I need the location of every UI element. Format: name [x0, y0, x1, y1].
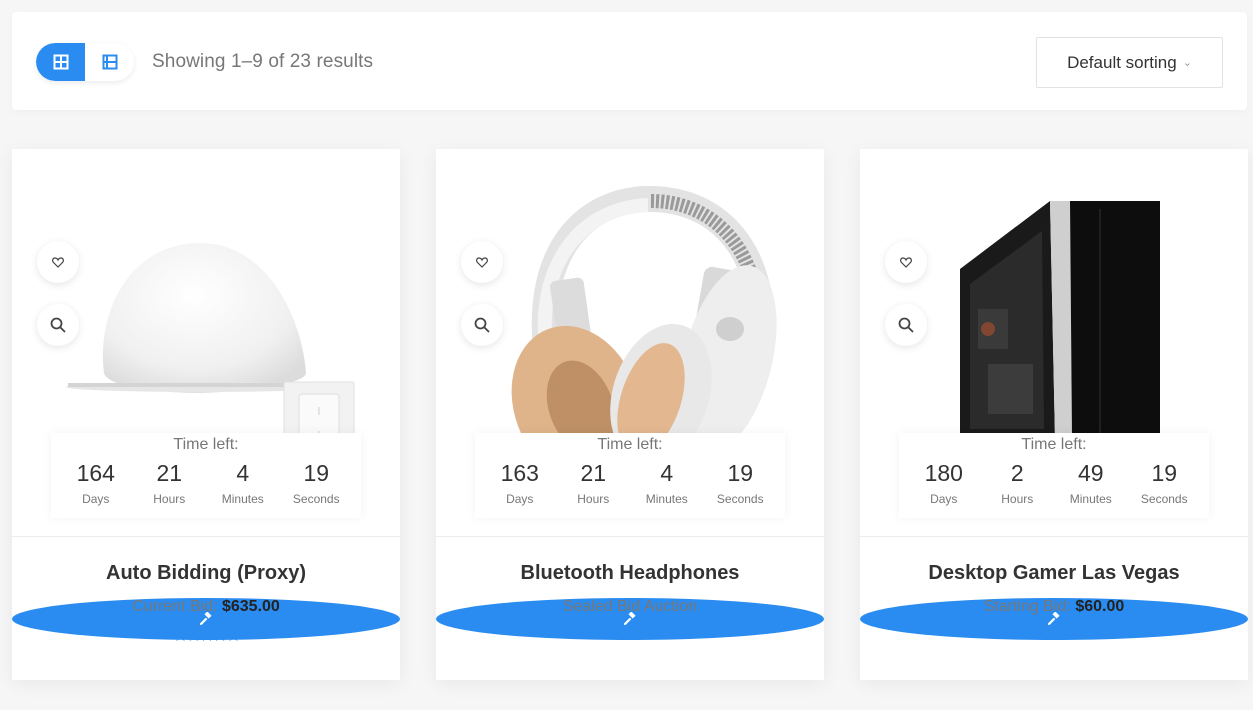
countdown-days-label: Days [82, 492, 110, 506]
product-card: Time left: 164 Days 21 Hours 4 Minutes 19 Se… [12, 149, 400, 680]
product-title-link[interactable]: Desktop Gamer Las Vegas [860, 562, 1248, 585]
auction-countdown: Time left: 180 Days 2 Hours 49 Minutes 19 Se… [899, 433, 1209, 518]
shop-toolbar: Showing 1–9 of 23 results Default sortin… [12, 12, 1247, 110]
bid-label: Starting Bid: [983, 598, 1071, 615]
search-icon [50, 317, 66, 333]
search-icon [474, 317, 490, 333]
product-card: Time left: 180 Days 2 Hours 49 Minutes 19 Se… [860, 149, 1248, 680]
sort-dropdown[interactable]: Default sorting ⌄ [1036, 37, 1223, 88]
countdown-hours-label: Hours [577, 492, 610, 506]
product-bid: Starting Bid: $60.00 [860, 598, 1248, 616]
product-title-link[interactable]: Bluetooth Headphones [436, 562, 824, 585]
countdown-heading: Time left: [1021, 436, 1087, 453]
quick-view-button[interactable] [885, 304, 927, 346]
countdown-minutes: 49 [1077, 460, 1104, 486]
countdown-seconds: 19 [727, 460, 754, 486]
countdown-days: 163 [500, 460, 539, 486]
bid-value: $635.00 [221, 598, 280, 615]
countdown-seconds: 19 [1151, 460, 1178, 486]
countdown-hours-label: Hours [153, 492, 186, 506]
sort-label: Default sorting [1067, 52, 1177, 72]
countdown-days-label: Days [930, 492, 958, 506]
bid-label: Current Bid: [132, 598, 218, 615]
countdown-minutes: 4 [660, 460, 674, 486]
bid-value: $60.00 [1075, 598, 1125, 615]
countdown-seconds-label: Seconds [292, 492, 340, 506]
card-divider [12, 536, 400, 537]
product-card: Time left: 163 Days 21 Hours 4 Minutes 19 Se… [436, 149, 824, 680]
wishlist-button[interactable] [885, 241, 927, 283]
heart-icon [900, 256, 912, 268]
list-view-button[interactable] [85, 43, 134, 81]
card-divider [860, 536, 1248, 537]
results-count: Showing 1–9 of 23 results [152, 51, 374, 72]
view-toggle [36, 43, 134, 81]
countdown-minutes-label: Minutes [1069, 492, 1112, 506]
countdown-hours: 21 [156, 460, 183, 486]
countdown-seconds-label: Seconds [716, 492, 764, 506]
product-title-link[interactable]: Auto Bidding (Proxy) [12, 562, 400, 585]
wishlist-button[interactable] [37, 241, 79, 283]
countdown-days-label: Days [506, 492, 534, 506]
chevron-down-icon: ⌄ [1182, 57, 1192, 69]
bid-label: Sealed Bid Auction [562, 598, 698, 615]
grid-view-button[interactable] [36, 43, 85, 81]
quick-view-button[interactable] [461, 304, 503, 346]
star-rating: ★★★★★ [172, 626, 241, 645]
search-icon [898, 317, 914, 333]
countdown-seconds-label: Seconds [1140, 492, 1188, 506]
countdown-days: 180 [924, 460, 963, 486]
product-bid: Sealed Bid Auction [436, 598, 824, 616]
countdown-minutes-label: Minutes [645, 492, 688, 506]
wishlist-button[interactable] [461, 241, 503, 283]
countdown-days: 164 [76, 460, 115, 486]
countdown-heading: Time left: [173, 436, 239, 453]
card-divider [436, 536, 824, 537]
quick-view-button[interactable] [37, 304, 79, 346]
product-bid: Current Bid: $635.00 [12, 598, 400, 616]
heart-icon [52, 256, 64, 268]
grid-icon [53, 54, 68, 70]
countdown-minutes: 4 [236, 460, 250, 486]
heart-icon [476, 256, 488, 268]
countdown-hours: 21 [580, 460, 607, 486]
auction-countdown: Time left: 164 Days 21 Hours 4 Minutes 19 Se… [51, 433, 361, 518]
countdown-seconds: 19 [303, 460, 330, 486]
list-icon [102, 54, 117, 70]
countdown-minutes-label: Minutes [221, 492, 264, 506]
countdown-hours-label: Hours [1001, 492, 1034, 506]
countdown-hours: 2 [1010, 460, 1024, 486]
auction-countdown: Time left: 163 Days 21 Hours 4 Minutes 19 Se… [475, 433, 785, 518]
countdown-heading: Time left: [597, 436, 663, 453]
